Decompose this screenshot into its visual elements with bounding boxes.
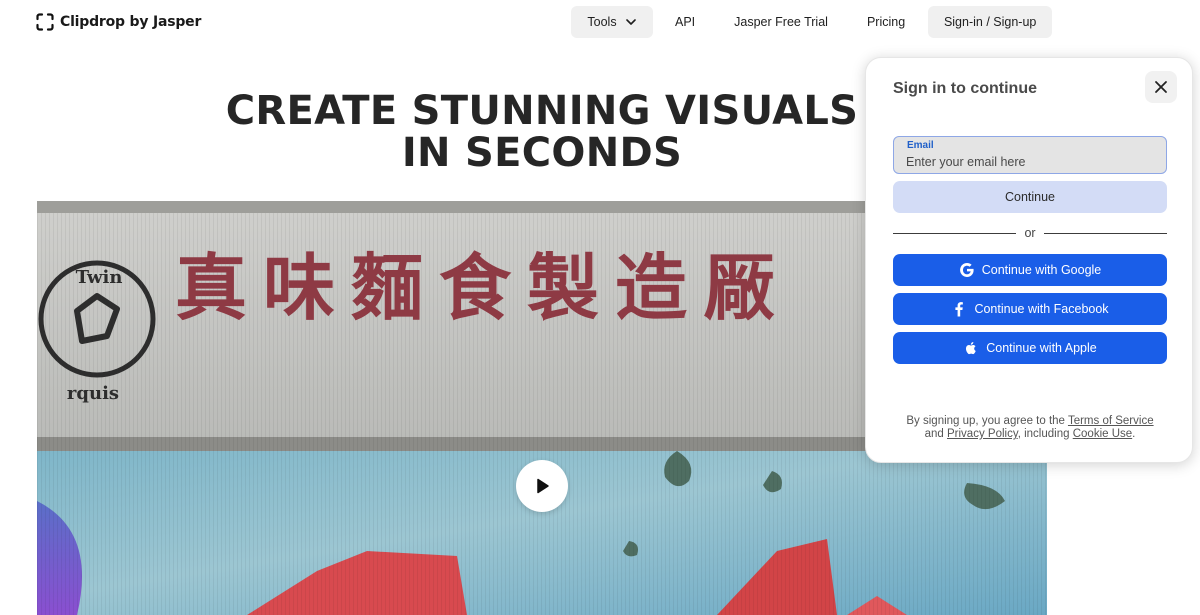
modal-title: Sign in to continue [893,80,1037,97]
legal-notice: By signing up, you agree to the Terms of… [886,415,1174,441]
facebook-signin-button[interactable]: Continue with Facebook [893,293,1167,325]
brand-logo-icon [36,13,54,31]
google-icon [959,263,974,277]
legal-and: and [924,428,944,440]
stamp-top-text: Twin [76,267,123,288]
apple-icon [966,342,976,355]
nav-tools-dropdown[interactable]: Tools [571,6,653,38]
close-button[interactable] [1145,71,1177,103]
nav-tools-label: Tools [587,15,617,29]
or-label: or [1024,226,1036,240]
close-icon [1155,81,1167,93]
play-icon [537,478,549,494]
apple-signin-button[interactable]: Continue with Apple [893,332,1167,364]
or-divider: or [893,226,1167,240]
sign-text: 真味麵食製造厰 [175,246,791,330]
hero-headline-line1: CREATE STUNNING VISUALS [225,88,859,134]
facebook-icon [955,302,964,317]
email-input[interactable] [906,153,1156,171]
email-label: Email [907,140,934,151]
legal-including: , including [1017,428,1070,440]
terms-of-service-link[interactable]: Terms of Service [1068,415,1154,427]
brand-name: Clipdrop by Jasper [60,14,202,30]
google-signin-label: Continue with Google [981,263,1102,277]
hero-headline-line2: IN SECONDS [401,130,683,176]
apple-signin-label: Continue with Apple [986,341,1097,355]
divider-line-right [1043,232,1167,234]
cookie-use-link[interactable]: Cookie Use [1073,428,1132,440]
nav-free-trial-link[interactable]: Jasper Free Trial [734,6,828,38]
legal-prefix: By signing up, you agree to the [906,415,1065,427]
top-nav: Tools API Jasper Free Trial Pricing Sign… [571,6,1053,38]
email-field[interactable]: Email [893,136,1167,174]
google-signin-button[interactable]: Continue with Google [893,254,1167,286]
brand-logo[interactable]: Clipdrop by Jasper [36,12,201,32]
hero-headline: CREATE STUNNING VISUALS IN SECONDS [200,90,884,174]
signin-modal: Sign in to continue Email Continue or Co… [865,57,1193,463]
privacy-policy-link[interactable]: Privacy Policy [947,428,1018,440]
continue-button[interactable]: Continue [893,181,1167,213]
nav-pricing-link[interactable]: Pricing [867,6,905,38]
legal-end: . [1132,428,1136,440]
chevron-down-icon [625,19,636,25]
stamp-bottom-text: rquis [67,383,119,404]
nav-signin-button[interactable]: Sign-in / Sign-up [928,6,1053,38]
nav-api-link[interactable]: API [675,6,695,38]
divider-line-left [893,232,1017,234]
facebook-signin-label: Continue with Facebook [974,302,1109,316]
play-button[interactable] [516,460,568,512]
